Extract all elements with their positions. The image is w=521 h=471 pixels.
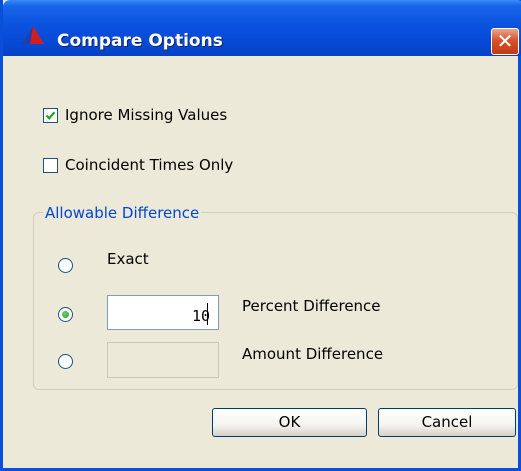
coincident-times-label[interactable]: Coincident Times Only (65, 156, 233, 174)
cancel-button[interactable]: Cancel (378, 408, 516, 437)
ok-button[interactable]: OK (212, 408, 367, 437)
exact-radio[interactable] (58, 258, 73, 273)
percent-difference-label[interactable]: Percent Difference (242, 297, 381, 315)
window-title: Compare Options (57, 31, 223, 51)
ignore-missing-label[interactable]: Ignore Missing Values (65, 106, 227, 124)
coincident-times-checkbox[interactable] (43, 158, 58, 173)
app-logo-icon (22, 26, 44, 44)
title-bar[interactable]: Compare Options ✕ (3, 0, 521, 56)
allowable-difference-legend: Allowable Difference (43, 204, 202, 222)
exact-label[interactable]: Exact (107, 250, 149, 268)
close-button[interactable]: ✕ (491, 28, 519, 55)
percent-difference-radio[interactable] (58, 307, 73, 322)
checkmark-icon (45, 111, 56, 120)
percent-difference-input[interactable]: 10 (107, 295, 219, 330)
ignore-missing-checkbox[interactable] (43, 108, 58, 123)
text-caret (207, 303, 208, 325)
amount-difference-input[interactable] (107, 342, 219, 378)
radio-selected-dot (62, 311, 69, 318)
compare-options-dialog: Compare Options ✕ Ignore Missing Values … (0, 0, 521, 471)
amount-difference-radio[interactable] (58, 354, 73, 369)
amount-difference-label[interactable]: Amount Difference (242, 345, 383, 363)
